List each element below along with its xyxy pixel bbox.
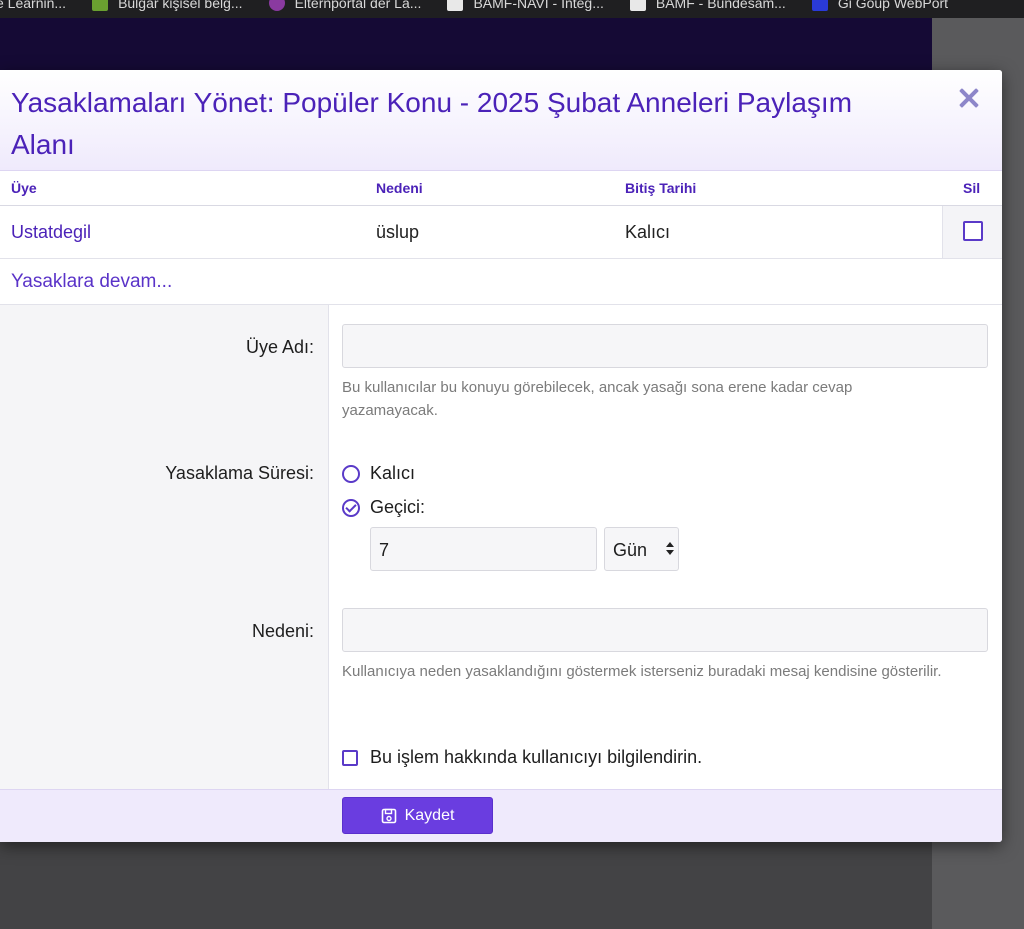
delete-cell (942, 206, 1002, 258)
floppy-disk-icon (381, 808, 396, 823)
bookmark-label: BAMF-NAVI - Integ... (473, 0, 604, 11)
permanent-radio[interactable] (342, 464, 360, 483)
modal-title: Yasaklamaları Yönet: Popüler Konu - 2025… (11, 87, 853, 160)
ban-management-modal: Yasaklamaları Yönet: Popüler Konu - 2025… (0, 70, 1002, 842)
bans-table-header: Üye Nedeni Bitiş Tarihi Sil (0, 171, 1002, 206)
more-bans-link[interactable]: Yasaklara devam... (11, 271, 172, 292)
ban-end-date: Kalıcı (625, 222, 671, 242)
temporary-radio-option[interactable]: Geçici: (342, 497, 425, 518)
save-label: Kaydet (404, 806, 455, 824)
table-row: Ustatdegil üslup Kalıcı (0, 206, 1002, 259)
ban-reason: üslup (376, 222, 420, 242)
more-bans-row: Yasaklara devam... (0, 259, 1002, 305)
logo-icon (811, 0, 828, 11)
bookmark-label: Elternportal der La... (294, 0, 422, 11)
reason-input[interactable] (342, 608, 988, 652)
flag-icon (92, 0, 109, 11)
notify-user-option[interactable]: Bu işlem hakkında kullanıcıyı bilgilendi… (342, 747, 702, 768)
permanent-label: Kalıcı (370, 463, 416, 483)
bookmark-label: e Learnin... (0, 0, 67, 11)
column-header-delete: Sil (963, 180, 981, 196)
temporary-radio[interactable] (342, 498, 360, 517)
reason-label: Nedeni: (251, 621, 314, 641)
duration-amount-input[interactable]: 7 (370, 527, 597, 571)
bookmarks-bar: e Learnin... Bulgar kişisel belg... Elte… (0, 0, 1024, 18)
form-fields-column: Bu kullanıcılar bu konuyu görebilecek, a… (329, 305, 1002, 789)
column-header-end-date: Bitiş Tarihi (625, 180, 697, 196)
duration-unit-select[interactable]: Gün (604, 527, 679, 571)
bookmark-item[interactable]: BAMF - Bundesam... (629, 0, 786, 11)
reason-hint: Kullanıcıya neden yasaklandığını gösterm… (342, 663, 942, 680)
save-button[interactable]: Kaydet (342, 797, 493, 834)
banned-user-link[interactable]: Ustatdegil (11, 222, 91, 243)
username-label: Üye Adı: (245, 337, 314, 357)
bookmark-item[interactable]: Gi Goup WebPort (811, 0, 949, 11)
bookmark-label: Bulgar kişisel belg... (118, 0, 243, 11)
temporary-label: Geçici: (370, 497, 426, 517)
column-header-reason: Nedeni (376, 180, 423, 196)
bookmark-item[interactable]: BAMF-NAVI - Integ... (447, 0, 604, 11)
bookmark-label: BAMF - Bundesam... (655, 0, 786, 11)
star-icon (268, 0, 285, 11)
bookmark-item[interactable]: e Learnin... (0, 0, 66, 11)
form-labels-column: Üye Adı: Yasaklama Süresi: Nedeni: (0, 305, 329, 789)
bookmark-label: Gi Goup WebPort (837, 0, 949, 11)
modal-footer: Kaydet (0, 789, 1002, 842)
username-input[interactable] (342, 324, 988, 368)
username-hint: Bu kullanıcılar bu konuyu görebilecek, a… (342, 379, 853, 419)
eagle-icon (629, 0, 646, 11)
duration-label: Yasaklama Süresi: (165, 463, 314, 483)
bookmark-item[interactable]: Elternportal der La... (268, 0, 422, 11)
notify-user-checkbox[interactable] (342, 749, 358, 766)
close-icon[interactable] (956, 86, 982, 112)
page-backdrop-header (0, 18, 952, 78)
ban-form: Üye Adı: Yasaklama Süresi: Nedeni: Bu ku… (0, 305, 1002, 789)
eagle-icon (447, 0, 464, 11)
bookmark-item[interactable]: Bulgar kişisel belg... (92, 0, 243, 11)
duration-unit-value: Gün (613, 540, 648, 560)
permanent-radio-option[interactable]: Kalıcı (342, 463, 415, 484)
column-header-user: Üye (11, 180, 37, 196)
modal-header: Yasaklamaları Yönet: Popüler Konu - 2025… (0, 70, 1002, 171)
notify-user-label: Bu işlem hakkında kullanıcıyı bilgilendi… (370, 747, 703, 767)
delete-ban-checkbox[interactable] (963, 221, 983, 241)
